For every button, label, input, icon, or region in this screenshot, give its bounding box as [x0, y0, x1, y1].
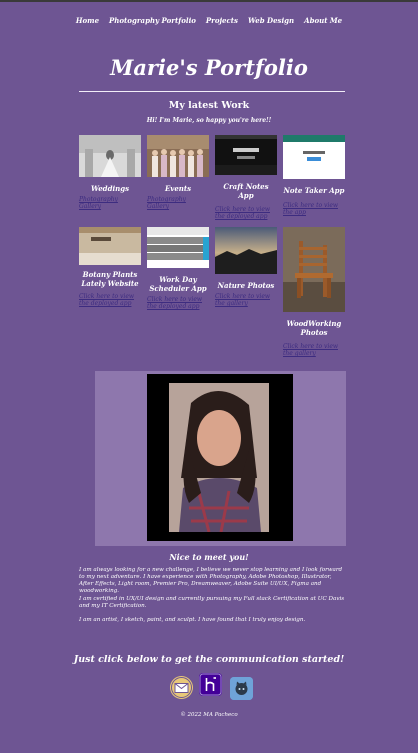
heroku-icon[interactable]: [199, 673, 222, 696]
top-nav: Home Photography Portfolio Projects Web …: [0, 16, 418, 25]
events-link[interactable]: Photography Gallery: [147, 196, 209, 210]
note-taker-link[interactable]: Click here to view the app: [283, 202, 345, 216]
nav-web-design-link[interactable]: Web Design: [248, 16, 294, 25]
weddings-thumbnail[interactable]: [79, 135, 141, 177]
nature-title: Nature Photos: [217, 281, 275, 290]
nature-link[interactable]: Click here to view the gallery: [215, 293, 277, 307]
botany-title: Botany Plants Lately Website: [81, 270, 139, 288]
portrait-panel: [95, 371, 346, 546]
scheduler-thumbnail[interactable]: [147, 227, 209, 268]
about-paragraph-2: I am certified in UX/UI design and curre…: [79, 596, 345, 609]
woodworking-link[interactable]: Click here to view the gallery: [283, 343, 345, 357]
nav-home-link[interactable]: Home: [76, 16, 99, 25]
email-icon[interactable]: [170, 676, 193, 699]
woodworking-thumbnail[interactable]: [283, 227, 345, 312]
latest-work-heading: My latest Work: [168, 100, 250, 111]
nav-photography-link[interactable]: Photography Portfolio: [109, 16, 196, 25]
intro-text: Hi! I'm Marie, so happy you're here!!: [146, 117, 272, 124]
scheduler-title: Work Day Scheduler App: [149, 275, 207, 293]
project-card-nature: Nature Photos Click here to view the gal…: [215, 227, 277, 307]
botany-link[interactable]: Click here to view the deployed app: [79, 293, 141, 307]
project-card-botany: Botany Plants Lately Website Click here …: [79, 227, 141, 307]
nature-thumbnail[interactable]: [215, 227, 277, 274]
events-title: Events: [164, 184, 192, 193]
scheduler-link[interactable]: Click here to view the deployed app: [147, 296, 209, 310]
events-thumbnail[interactable]: [147, 135, 209, 177]
project-card-woodworking: WoodWorking Photos Click here to view th…: [283, 227, 345, 357]
project-card-events: Events Photography Gallery: [147, 135, 209, 210]
weddings-title: Weddings: [90, 184, 130, 193]
note-taker-title: Note Taker App: [283, 186, 345, 195]
project-card-craft-notes: Craft Notes App Click here to view the d…: [215, 135, 277, 220]
craft-notes-thumbnail[interactable]: [215, 135, 277, 175]
about-heading: Nice to meet you!: [169, 552, 249, 562]
nav-about-link[interactable]: About Me: [304, 16, 342, 25]
craft-notes-link[interactable]: Click here to view the deployed app: [215, 206, 277, 220]
project-card-note-taker: Note Taker App Click here to view the ap…: [283, 135, 345, 216]
woodworking-title: WoodWorking Photos: [286, 319, 342, 337]
portrait-photo: [169, 383, 269, 532]
about-paragraph-1: I am always looking for a new challenge,…: [79, 567, 343, 594]
contact-cta: Just click below to get the communicatio…: [73, 654, 345, 665]
note-taker-thumbnail[interactable]: [283, 135, 345, 179]
github-icon[interactable]: [230, 677, 253, 700]
footer-copyright: © 2022 MA Pacheco: [180, 712, 238, 718]
craft-notes-title: Craft Notes App: [223, 182, 269, 200]
title-divider: [79, 91, 345, 92]
about-paragraph-3: I am an artist, I sketch, paint, and scu…: [79, 617, 306, 623]
botany-thumbnail[interactable]: [79, 227, 141, 265]
project-card-weddings: Weddings Photography Gallery: [79, 135, 141, 210]
nav-projects-link[interactable]: Projects: [206, 16, 238, 25]
weddings-link[interactable]: Photography Gallery: [79, 196, 141, 210]
page-title: Marie's Portfolio: [110, 55, 308, 80]
project-card-scheduler: Work Day Scheduler App Click here to vie…: [147, 227, 209, 310]
portrait-frame: [147, 374, 293, 541]
